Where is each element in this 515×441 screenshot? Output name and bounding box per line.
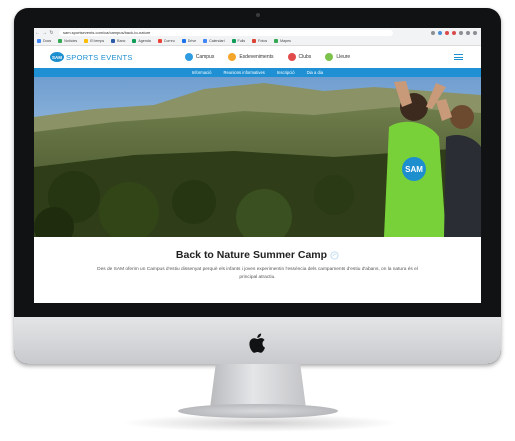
bookmark-item[interactable]: Agenda — [132, 39, 151, 43]
bookmark-item[interactable]: Fulls — [231, 39, 246, 43]
bookmark-icon — [84, 39, 89, 43]
reload-icon[interactable]: ↻ — [48, 30, 55, 36]
intro-paragraph: Des de SAM oferim un Campus d'estiu diss… — [97, 267, 418, 280]
bookmark-label: Notícies — [64, 39, 78, 43]
bookmark-item[interactable]: El temps — [84, 39, 104, 43]
star-icon — [325, 53, 334, 61]
nav-item-label: Clubs — [298, 54, 312, 60]
forward-icon[interactable]: → — [41, 30, 48, 36]
shield-icon — [287, 53, 296, 61]
bookmark-icon — [132, 39, 137, 43]
bookmark-label: Fulls — [237, 39, 246, 43]
bookmark-label: Agenda — [138, 39, 151, 43]
hero-image: SAM — [34, 77, 481, 237]
subnav-inscripcio[interactable]: Inscripció — [277, 70, 295, 75]
sub-navigation: Informació Reunions informatives Inscrip… — [34, 68, 481, 77]
address-bar[interactable]: sam.sportsevents.com/ca/campus/back-to-n… — [59, 29, 393, 36]
nav-item-label: Lleure — [336, 54, 351, 60]
bookmark-label: Mapes — [280, 39, 291, 43]
screen: ← → ↻ sam.sportsevents.com/ca/campus/bac… — [34, 28, 481, 303]
logo-text: SPORTS EVENTS — [66, 52, 133, 62]
bookmark-icon — [203, 39, 208, 43]
shirt-badge: SAM — [405, 165, 423, 174]
imac-monitor: ← → ↻ sam.sportsevents.com/ca/campus/bac… — [14, 8, 501, 364]
monitor-stand — [210, 364, 306, 408]
bookmark-label: Docs — [43, 39, 52, 43]
bookmarks-bar: Docs Notícies El temps Banc Agenda Corre… — [34, 37, 481, 46]
monitor-chin — [14, 317, 501, 364]
logo-badge: SAM — [50, 52, 64, 62]
bookmark-item[interactable]: Mapes — [274, 39, 291, 43]
apple-logo-icon — [249, 333, 265, 353]
profile-icon[interactable] — [466, 30, 470, 35]
star-icon[interactable] — [431, 30, 435, 35]
bookmark-icon — [252, 39, 257, 43]
extension-icon[interactable] — [459, 30, 463, 35]
bookmark-icon — [111, 39, 116, 43]
extension-icon[interactable] — [452, 30, 456, 35]
site-logo[interactable]: SAM SPORTS EVENTS — [50, 52, 133, 62]
page-title: Back to Nature Summer Camp — [175, 249, 328, 261]
extension-icon[interactable] — [445, 30, 449, 35]
bookmark-item[interactable]: Banc — [111, 39, 125, 43]
subnav-informacio[interactable]: Informació — [192, 70, 212, 75]
bookmark-item[interactable]: Docs — [37, 39, 51, 43]
monitor-base — [178, 404, 338, 418]
url-text: sam.sportsevents.com/ca/campus/back-to-n… — [63, 30, 151, 35]
hamburger-menu-icon[interactable] — [454, 54, 463, 60]
tent-icon — [184, 53, 193, 61]
bookmark-icon — [157, 39, 162, 43]
bookmark-icon — [37, 39, 41, 43]
nav-item-label: Esdeveniments — [239, 54, 274, 60]
subnav-reunions[interactable]: Reunions informatives — [223, 70, 264, 75]
extension-icon[interactable] — [438, 30, 442, 35]
bookmark-label: Drive — [187, 39, 197, 43]
nav-item-clubs[interactable]: Clubs — [287, 53, 312, 61]
bookmark-item[interactable]: Fotos — [252, 39, 267, 43]
main-nav: Campus Esdeveniments Clubs Lleure — [184, 53, 350, 61]
intro-section: Back to Nature Summer Camp Des de SAM of… — [34, 237, 481, 303]
nav-item-esdeveniments[interactable]: Esdeveniments — [228, 53, 274, 61]
nav-item-campus[interactable]: Campus — [184, 53, 215, 61]
bookmark-icon — [231, 39, 236, 43]
back-icon[interactable]: ← — [34, 30, 41, 36]
leaf-icon — [330, 250, 339, 260]
browser-toolbar: ← → ↻ sam.sportsevents.com/ca/campus/bac… — [34, 28, 481, 37]
bookmark-label: El temps — [90, 39, 105, 43]
bookmark-label: Banc — [117, 39, 126, 43]
site-header: SAM SPORTS EVENTS Campus Esdeveniments C… — [34, 46, 481, 68]
bookmark-label: Correu — [163, 39, 175, 43]
camera-icon — [256, 13, 260, 17]
bookmark-label: Fotos — [258, 39, 268, 43]
extension-icons — [431, 30, 481, 35]
menu-icon[interactable] — [473, 30, 477, 35]
bookmark-item[interactable]: Correu — [157, 39, 175, 43]
subnav-dia-a-dia[interactable]: Dia a dia — [307, 70, 324, 75]
nav-item-label: Campus — [195, 54, 215, 60]
bookmark-icon — [274, 39, 279, 43]
bookmark-icon — [58, 39, 63, 43]
bookmark-label: Calendari — [209, 39, 225, 43]
calendar-icon — [228, 53, 237, 61]
bookmark-item[interactable]: Calendari — [203, 39, 225, 43]
bookmark-icon — [181, 39, 186, 43]
nav-item-lleure[interactable]: Lleure — [325, 53, 350, 61]
bookmark-item[interactable]: Notícies — [58, 39, 77, 43]
bookmark-item[interactable]: Drive — [181, 39, 197, 43]
